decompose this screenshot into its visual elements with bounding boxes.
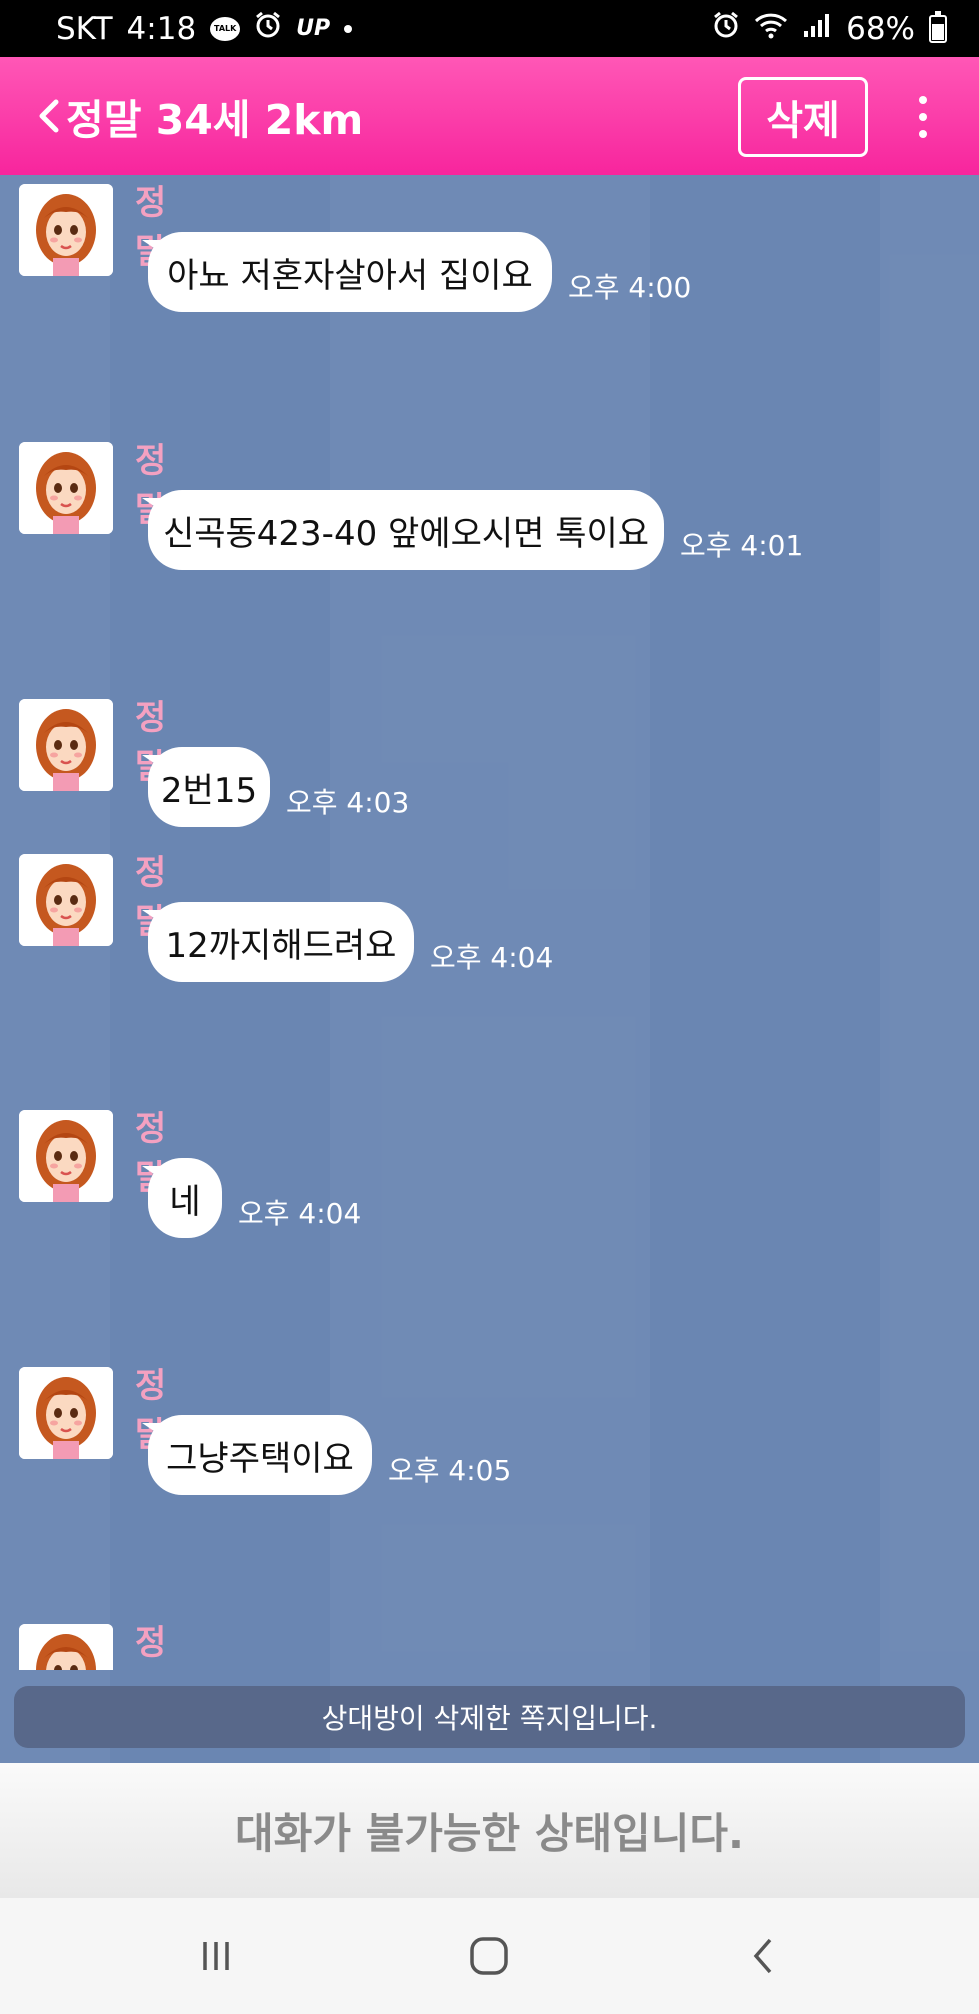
status-left: SKT 4:18 TALK UP bbox=[56, 10, 353, 47]
back-nav-button[interactable] bbox=[723, 1926, 803, 1986]
home-button[interactable] bbox=[449, 1926, 529, 1986]
message-time: 오후 4:05 bbox=[388, 1454, 512, 1487]
chat-area[interactable]: 정말아뇨 저혼자살아서 집이요오후 4:00위치가?오후 4:01 정말신곡동4… bbox=[0, 175, 979, 1763]
chat-title: 정말 34세 2km bbox=[66, 96, 364, 144]
recent-apps-icon bbox=[203, 1942, 229, 1970]
home-icon bbox=[470, 1937, 508, 1975]
chat-header: 정말 34세 2km 삭제 bbox=[0, 57, 979, 175]
battery-percent: 68% bbox=[846, 10, 915, 47]
notification-dot-icon bbox=[344, 24, 353, 33]
avatar[interactable] bbox=[19, 854, 113, 946]
message-time: 오후 4:00 bbox=[568, 271, 692, 304]
message-bubble[interactable]: 아뇨 저혼자살아서 집이요 bbox=[142, 232, 552, 312]
avatar[interactable] bbox=[19, 1367, 113, 1459]
kakaotalk-icon: TALK bbox=[210, 16, 241, 41]
alarm-icon bbox=[712, 11, 740, 47]
recent-apps-button[interactable] bbox=[176, 1926, 256, 1986]
delete-button[interactable]: 삭제 bbox=[738, 77, 868, 157]
message-bubble[interactable]: 네 bbox=[142, 1158, 222, 1238]
carrier-label: SKT bbox=[56, 10, 113, 47]
signal-icon bbox=[802, 11, 832, 47]
message-bubble[interactable]: 그냥주택이요 bbox=[142, 1415, 372, 1495]
message-bubble[interactable]: 12까지해드려요 bbox=[142, 902, 414, 982]
message-bubble[interactable]: 신곡동423-40 앞에오시면 톡이요 bbox=[142, 490, 664, 570]
status-time: 4:18 bbox=[126, 10, 197, 47]
sender-name: 정말 bbox=[135, 1623, 167, 1663]
navigation-bar bbox=[0, 1898, 979, 2014]
message-list[interactable]: 정말아뇨 저혼자살아서 집이요오후 4:00위치가?오후 4:01 정말신곡동4… bbox=[0, 175, 979, 1670]
avatar[interactable] bbox=[19, 1110, 113, 1202]
chevron-left-icon bbox=[39, 99, 59, 133]
message-time: 오후 4:01 bbox=[680, 529, 804, 562]
more-vertical-icon bbox=[919, 96, 927, 104]
wifi-icon bbox=[754, 11, 788, 47]
chat-disabled-message: 대화가 불가능한 상태입니다. bbox=[0, 1763, 979, 1898]
status-right: 68% bbox=[712, 10, 947, 47]
avatar[interactable] bbox=[19, 184, 113, 276]
avatar[interactable] bbox=[19, 699, 113, 791]
back-icon bbox=[753, 1938, 772, 1974]
deleted-notice: 상대방이 삭제한 쪽지입니다. bbox=[14, 1686, 965, 1748]
message-time: 오후 4:04 bbox=[430, 941, 554, 974]
battery-icon bbox=[929, 10, 947, 43]
status-bar: SKT 4:18 TALK UP 68% bbox=[0, 0, 979, 57]
message-time: 오후 4:04 bbox=[238, 1197, 362, 1230]
message-time: 오후 4:03 bbox=[286, 786, 410, 819]
up-icon: UP bbox=[296, 16, 331, 41]
more-button[interactable] bbox=[905, 87, 941, 147]
message-bubble[interactable]: 2번15 bbox=[142, 747, 270, 827]
back-button[interactable] bbox=[0, 57, 60, 175]
alarm-icon bbox=[254, 11, 282, 47]
avatar[interactable] bbox=[19, 1624, 113, 1670]
avatar[interactable] bbox=[19, 442, 113, 534]
